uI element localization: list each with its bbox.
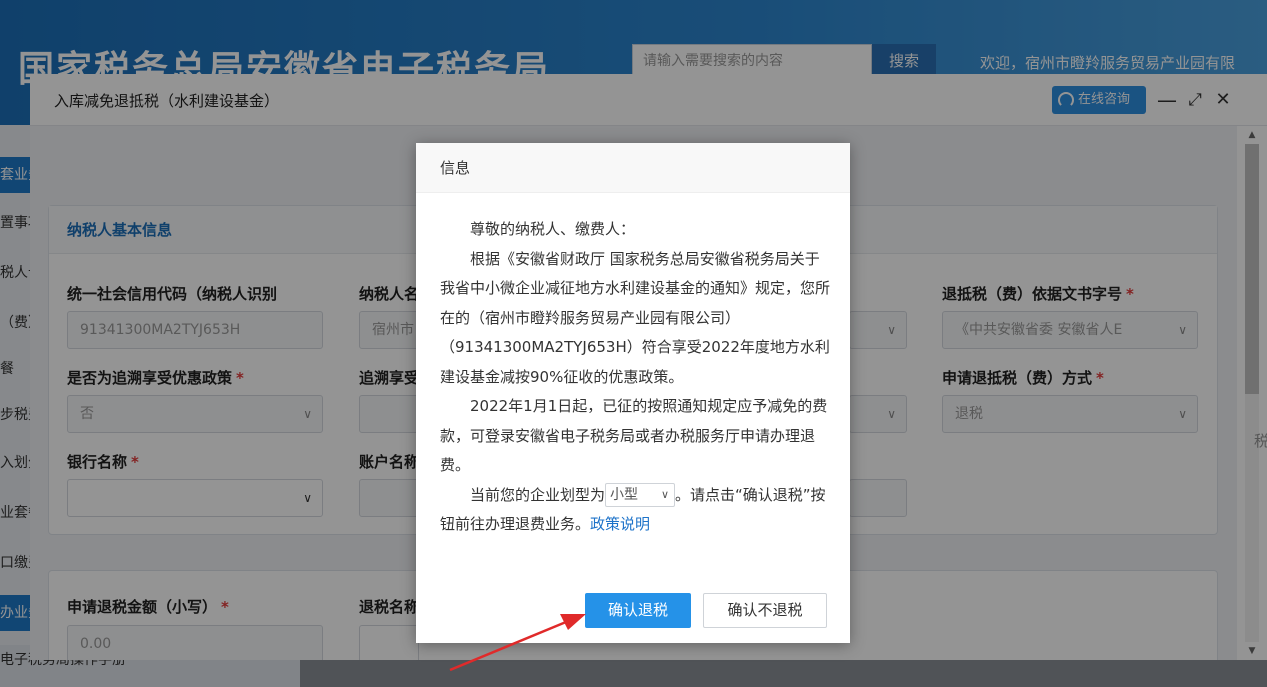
arrow-shaft [449, 620, 567, 672]
annotation-arrow [449, 614, 586, 672]
